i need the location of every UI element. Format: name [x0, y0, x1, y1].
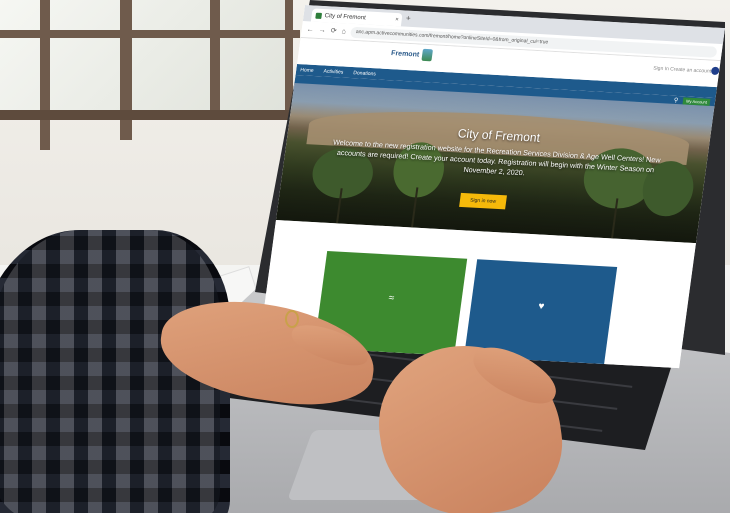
back-icon[interactable]: ←	[306, 26, 314, 33]
logo-text: Fremont	[390, 49, 420, 59]
hero-banner: ⚲ My Account City of Fremont Welcome to …	[275, 75, 716, 244]
fremont-logo[interactable]: Fremont	[390, 47, 434, 62]
window-frame-post	[210, 0, 220, 120]
reload-icon[interactable]: ⟳	[330, 27, 337, 35]
new-tab-button[interactable]: +	[405, 14, 411, 23]
nav-item-activities[interactable]: Activities	[323, 68, 344, 75]
nav-item-home[interactable]: Home	[300, 67, 314, 74]
photo-scene: City of Fremont × + ← → ⟳ ⌂ anc.apm.acti…	[0, 0, 730, 513]
close-icon[interactable]: ×	[395, 17, 399, 23]
favicon-icon	[315, 12, 323, 19]
tab-title: City of Fremont	[324, 12, 367, 21]
window-frame-post	[285, 0, 293, 110]
swimmer-icon: ≈	[387, 292, 395, 305]
avatar[interactable]	[710, 66, 720, 76]
window-frame-post	[40, 0, 50, 150]
heart-icon: ♥	[537, 300, 546, 313]
laptop-screen: City of Fremont × + ← → ⟳ ⌂ anc.apm.acti…	[259, 5, 725, 369]
forward-icon[interactable]: →	[318, 26, 326, 33]
search-icon[interactable]: ⚲	[673, 96, 678, 103]
nav-item-donations[interactable]: Donations	[353, 70, 376, 77]
header-account-links[interactable]: Sign In Create an account	[653, 65, 712, 74]
home-icon[interactable]: ⌂	[341, 28, 346, 35]
logo-mark-icon	[421, 48, 434, 62]
sign-in-button[interactable]: Sign in now	[459, 192, 507, 210]
my-account-button[interactable]: My Account	[682, 96, 711, 106]
ring	[285, 310, 299, 328]
window-frame-bar	[0, 110, 300, 120]
